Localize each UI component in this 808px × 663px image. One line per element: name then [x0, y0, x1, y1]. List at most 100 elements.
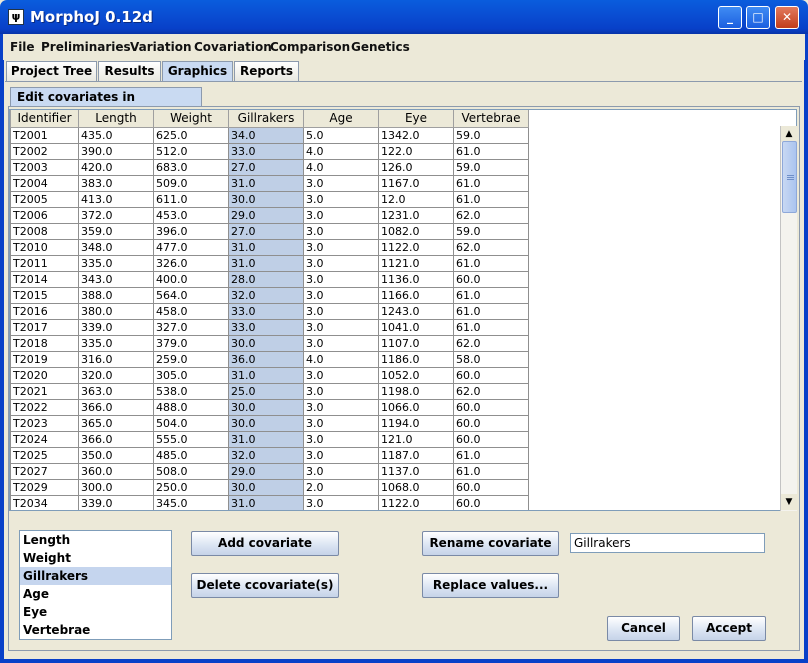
table-cell[interactable]: 62.0: [453, 206, 529, 224]
table-row[interactable]: T2016 380.0 458.0 33.0 3.0 1243.0 61.0: [10, 302, 529, 320]
table-cell[interactable]: 1137.0: [378, 462, 454, 480]
table-cell[interactable]: 3.0: [303, 270, 379, 288]
table-cell[interactable]: 504.0: [153, 414, 229, 432]
table-cell[interactable]: 3.0: [303, 318, 379, 336]
table-cell[interactable]: 4.0: [303, 158, 379, 176]
table-cell[interactable]: 27.0: [228, 158, 304, 176]
list-item-age[interactable]: Age: [20, 585, 171, 603]
table-cell[interactable]: 3.0: [303, 206, 379, 224]
menu-comparison[interactable]: Comparison: [270, 40, 350, 54]
table-cell[interactable]: 60.0: [453, 414, 529, 432]
replace-values-button[interactable]: Replace values...: [422, 573, 559, 598]
column-header[interactable]: Weight: [153, 110, 229, 128]
table-cell[interactable]: 1243.0: [378, 302, 454, 320]
cancel-button[interactable]: Cancel: [607, 616, 680, 641]
table-cell[interactable]: 29.0: [228, 206, 304, 224]
table-cell[interactable]: 1121.0: [378, 254, 454, 272]
table-row[interactable]: T2022 366.0 488.0 30.0 3.0 1066.0 60.0: [10, 398, 529, 416]
table-row[interactable]: T2001 435.0 625.0 34.0 5.0 1342.0 59.0: [10, 126, 529, 144]
table-cell[interactable]: 1136.0: [378, 270, 454, 288]
table-cell[interactable]: 360.0: [78, 462, 154, 480]
table-cell[interactable]: 625.0: [153, 126, 229, 144]
scroll-down-button[interactable]: ▼: [781, 494, 797, 510]
list-item-weight[interactable]: Weight: [20, 549, 171, 567]
table-cell[interactable]: 31.0: [228, 174, 304, 192]
table-cell[interactable]: 34.0: [228, 126, 304, 144]
table-cell[interactable]: 60.0: [453, 494, 529, 510]
table-row[interactable]: T2011 335.0 326.0 31.0 3.0 1121.0 61.0: [10, 254, 529, 272]
table-cell[interactable]: 512.0: [153, 142, 229, 160]
table-cell[interactable]: 4.0: [303, 350, 379, 368]
table-cell[interactable]: 611.0: [153, 190, 229, 208]
table-cell[interactable]: 60.0: [453, 430, 529, 448]
table-cell[interactable]: 3.0: [303, 414, 379, 432]
table-row[interactable]: T2023 365.0 504.0 30.0 3.0 1194.0 60.0: [10, 414, 529, 432]
table-cell[interactable]: T2005: [10, 190, 79, 208]
table-cell[interactable]: 400.0: [153, 270, 229, 288]
table-row[interactable]: T2010 348.0 477.0 31.0 3.0 1122.0 62.0: [10, 238, 529, 256]
table-cell[interactable]: 335.0: [78, 254, 154, 272]
table-cell[interactable]: 509.0: [153, 174, 229, 192]
table-cell[interactable]: 3.0: [303, 174, 379, 192]
table-cell[interactable]: 59.0: [453, 158, 529, 176]
table-cell[interactable]: 31.0: [228, 494, 304, 510]
table-cell[interactable]: 3.0: [303, 254, 379, 272]
menu-preliminaries[interactable]: Preliminaries: [41, 40, 131, 54]
table-cell[interactable]: 12.0: [378, 190, 454, 208]
table-cell[interactable]: T2019: [10, 350, 79, 368]
table-cell[interactable]: 31.0: [228, 366, 304, 384]
table-cell[interactable]: 61.0: [453, 462, 529, 480]
table-cell[interactable]: T2018: [10, 334, 79, 352]
table-cell[interactable]: 33.0: [228, 318, 304, 336]
table-cell[interactable]: 508.0: [153, 462, 229, 480]
table-cell[interactable]: 350.0: [78, 446, 154, 464]
table-cell[interactable]: 3.0: [303, 238, 379, 256]
table-cell[interactable]: 61.0: [453, 318, 529, 336]
table-cell[interactable]: 62.0: [453, 238, 529, 256]
table-cell[interactable]: 316.0: [78, 350, 154, 368]
accept-button[interactable]: Accept: [692, 616, 766, 641]
table-cell[interactable]: 30.0: [228, 398, 304, 416]
table-cell[interactable]: 488.0: [153, 398, 229, 416]
table-cell[interactable]: 363.0: [78, 382, 154, 400]
table-cell[interactable]: 390.0: [78, 142, 154, 160]
table-cell[interactable]: 1122.0: [378, 494, 454, 510]
column-header[interactable]: Length: [78, 110, 154, 128]
tab-graphics[interactable]: Graphics: [162, 61, 233, 81]
table-cell[interactable]: 435.0: [78, 126, 154, 144]
table-cell[interactable]: 1122.0: [378, 238, 454, 256]
list-item-length[interactable]: Length: [20, 531, 171, 549]
tab-reports[interactable]: Reports: [234, 61, 299, 81]
table-cell[interactable]: 335.0: [78, 334, 154, 352]
list-item-gillrakers[interactable]: Gillrakers: [20, 567, 171, 585]
tab-project-tree[interactable]: Project Tree: [6, 61, 97, 81]
table-row[interactable]: T2018 335.0 379.0 30.0 3.0 1107.0 62.0: [10, 334, 529, 352]
delete-covariates-button[interactable]: Delete ccovariate(s): [191, 573, 339, 598]
column-header[interactable]: Vertebrae: [453, 110, 529, 128]
menu-covariation[interactable]: Covariation: [194, 40, 272, 54]
table-cell[interactable]: 60.0: [453, 398, 529, 416]
table-cell[interactable]: 453.0: [153, 206, 229, 224]
table-cell[interactable]: 61.0: [453, 286, 529, 304]
close-button[interactable]: ✕: [775, 6, 799, 29]
table-row[interactable]: T2005 413.0 611.0 30.0 3.0 12.0 61.0: [10, 190, 529, 208]
table-cell[interactable]: 359.0: [78, 222, 154, 240]
table-cell[interactable]: 327.0: [153, 318, 229, 336]
table-cell[interactable]: 366.0: [78, 398, 154, 416]
table-cell[interactable]: 538.0: [153, 382, 229, 400]
table-cell[interactable]: 320.0: [78, 366, 154, 384]
table-cell[interactable]: T2011: [10, 254, 79, 272]
column-header[interactable]: Eye: [378, 110, 454, 128]
table-row[interactable]: T2024 366.0 555.0 31.0 3.0 121.0 60.0: [10, 430, 529, 448]
table-cell[interactable]: 122.0: [378, 142, 454, 160]
table-cell[interactable]: 30.0: [228, 478, 304, 496]
table-cell[interactable]: 3.0: [303, 190, 379, 208]
table-cell[interactable]: T2020: [10, 366, 79, 384]
table-cell[interactable]: 485.0: [153, 446, 229, 464]
table-cell[interactable]: 62.0: [453, 334, 529, 352]
table-row[interactable]: T2021 363.0 538.0 25.0 3.0 1198.0 62.0: [10, 382, 529, 400]
table-cell[interactable]: 1107.0: [378, 334, 454, 352]
table-cell[interactable]: 1186.0: [378, 350, 454, 368]
table-cell[interactable]: 683.0: [153, 158, 229, 176]
rename-covariate-button[interactable]: Rename covariate: [422, 531, 559, 556]
